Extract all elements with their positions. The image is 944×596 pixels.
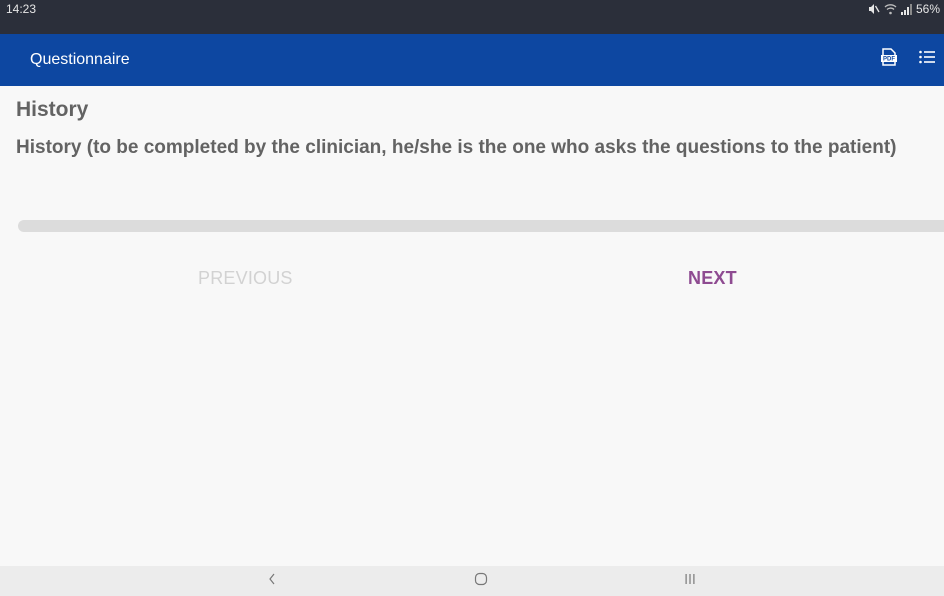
- home-icon: [474, 572, 488, 591]
- app-bar: Questionnaire PDF: [0, 34, 944, 86]
- app-actions: PDF: [878, 47, 938, 71]
- back-button[interactable]: [262, 566, 282, 596]
- app-title: Questionnaire: [30, 51, 130, 68]
- next-button[interactable]: NEXT: [688, 264, 737, 292]
- screen: 14:23 56% Questionnaire PDF History Hist…: [0, 0, 944, 596]
- svg-text:PDF: PDF: [883, 56, 895, 62]
- list-button[interactable]: [916, 48, 938, 70]
- system-nav-bar: [0, 566, 944, 596]
- battery-level: 56%: [915, 2, 940, 16]
- mute-icon: [868, 3, 880, 15]
- wifi-icon: [884, 3, 897, 15]
- status-bar: 14:23 56%: [0, 0, 944, 34]
- list-icon: [919, 50, 935, 69]
- status-time: 14:23: [6, 2, 37, 16]
- pdf-icon: PDF: [880, 47, 898, 71]
- recents-button[interactable]: [680, 566, 700, 596]
- pdf-export-button[interactable]: PDF: [878, 47, 900, 71]
- home-button[interactable]: [470, 566, 492, 596]
- question-text: History (to be completed by the clinicia…: [16, 137, 897, 158]
- signal-icon: [900, 3, 912, 15]
- previous-button[interactable]: PREVIOUS: [198, 264, 293, 292]
- back-icon: [267, 572, 277, 591]
- status-icons: 56%: [868, 2, 940, 16]
- recents-icon: [684, 572, 696, 591]
- progress-bar: [18, 220, 944, 232]
- section-title: History: [16, 98, 89, 121]
